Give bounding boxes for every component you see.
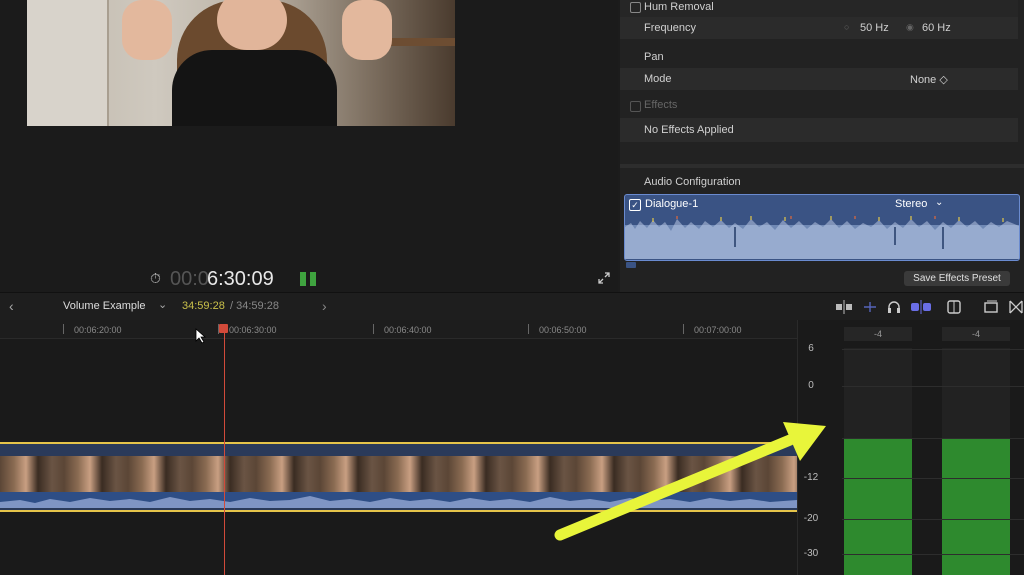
hum-removal-label: Hum Removal [644,1,714,13]
peak-left: -4 [844,327,912,341]
chevron-down-icon[interactable]: ⌄ [935,197,943,208]
chevron-down-icon[interactable]: ⌄ [158,298,167,311]
video-frame[interactable] [27,0,455,126]
mini-meter-left [300,272,306,286]
transitions-icon[interactable] [1008,299,1024,315]
scale-gridline [842,438,1024,439]
clip-index-icon[interactable] [983,299,999,315]
pan-label: Pan [644,51,664,63]
dialogue-waveform [625,216,1019,259]
clip-audio-waveform [0,492,797,508]
scale-gridline [842,554,1024,555]
dialogue-label: Dialogue-1 [645,198,699,210]
playhead-handle[interactable] [219,324,228,333]
ruler-tick [63,324,64,334]
current-timecode: 34:59:28 [182,300,225,312]
clip-appearance-icon[interactable] [835,300,853,314]
hum-removal-checkbox[interactable] [630,2,641,13]
timeline-ruler[interactable]: 00:06:20:00 00:06:30:00 00:06:40:00 00:0… [0,320,797,339]
viewer-controls: ⏱ 00:0 6:30:09 [150,268,450,291]
radio-50-icon[interactable]: ○ [844,22,849,32]
timeline-clip[interactable] [0,442,797,512]
inspector-divider[interactable] [620,164,1024,168]
ruler-label: 00:06:30:00 [229,325,277,335]
scale-gridline [842,386,1024,387]
project-name[interactable]: Volume Example [63,300,146,312]
scale-gridline [842,519,1024,520]
scale-label: -12 [803,472,819,483]
person-left-hand [122,0,172,60]
scale-gridline [842,349,1024,350]
scale-label: 6 [808,343,814,354]
dialogue-checkbox[interactable]: ✓ [629,199,641,211]
timeline-toolbar: ‹ Volume Example ⌄ 34:59:28 / 34:59:28 › [0,292,1024,322]
dialogue-2-partial [626,262,636,268]
headphones-icon[interactable] [886,299,902,315]
audio-inspector: Hum Removal Frequency ○ 50 Hz ◉ 60 Hz Pa… [620,0,1024,292]
person-face [217,0,287,50]
effects-label: Effects [644,99,678,111]
person-shirt [172,50,337,126]
ruler-label: 00:07:00:00 [694,325,742,335]
timeline[interactable]: 00:06:20:00 00:06:30:00 00:06:40:00 00:0… [0,320,797,575]
no-effects-row: No Effects Applied [620,118,1018,142]
skimming-icon[interactable] [862,300,878,314]
mode-label: Mode [644,73,672,85]
pan-mode-select[interactable]: None ◇ [910,73,948,86]
scale-label: 0 [808,380,814,391]
snapping-icon[interactable] [910,300,932,314]
filmstrip-icon[interactable] [946,299,962,315]
scale-label: -20 [803,513,819,524]
speed-icon[interactable]: ⏱ [150,270,161,287]
audio-config-component[interactable]: ✓ Dialogue-1 Stereo ⌄ [624,194,1020,261]
clip-video-filmstrip [0,456,797,492]
radio-60-icon[interactable]: ◉ [906,22,914,33]
total-timecode: / 34:59:28 [230,300,279,312]
no-effects-label: No Effects Applied [644,124,734,136]
stereo-select[interactable]: Stereo [895,198,927,210]
scale-gridline [842,478,1024,479]
mini-meter-right [310,272,316,286]
mouse-cursor-icon [195,328,207,344]
frequency-row: Frequency ○ 50 Hz ◉ 60 Hz [620,17,1018,39]
forward-arrow-icon[interactable]: › [322,298,327,314]
fullscreen-icon[interactable] [598,272,610,284]
viewer-timecode[interactable]: 6:30:09 [207,268,274,291]
ruler-label: 00:06:40:00 [384,325,432,335]
person-right-hand [342,0,392,60]
timecode-dim: 00:0 [170,268,209,290]
ruler-tick [683,324,684,334]
viewer: ⏱ 00:0 6:30:09 [0,0,618,292]
audio-config-label: Audio Configuration [644,176,741,188]
door-background [27,0,109,126]
frequency-label: Frequency [644,22,696,34]
meter-left [844,348,912,575]
freq-50-option[interactable]: 50 Hz [860,22,889,34]
audio-meters: -4 -4 6 0 -6 -12 -20 -30 [797,320,1024,575]
ruler-tick [373,324,374,334]
ruler-tick [528,324,529,334]
playhead[interactable] [224,325,225,575]
meter-right [942,348,1010,575]
freq-60-option[interactable]: 60 Hz [922,22,951,34]
ruler-label: 00:06:20:00 [74,325,122,335]
back-arrow-icon[interactable]: ‹ [9,298,14,314]
peak-right: -4 [942,327,1010,341]
ruler-label: 00:06:50:00 [539,325,587,335]
scale-label: -6 [806,432,816,443]
effects-checkbox[interactable] [630,101,641,112]
save-effects-preset-button[interactable]: Save Effects Preset [904,271,1010,286]
scale-label: -30 [803,548,819,559]
pan-mode-row: Mode None ◇ [620,68,1018,90]
